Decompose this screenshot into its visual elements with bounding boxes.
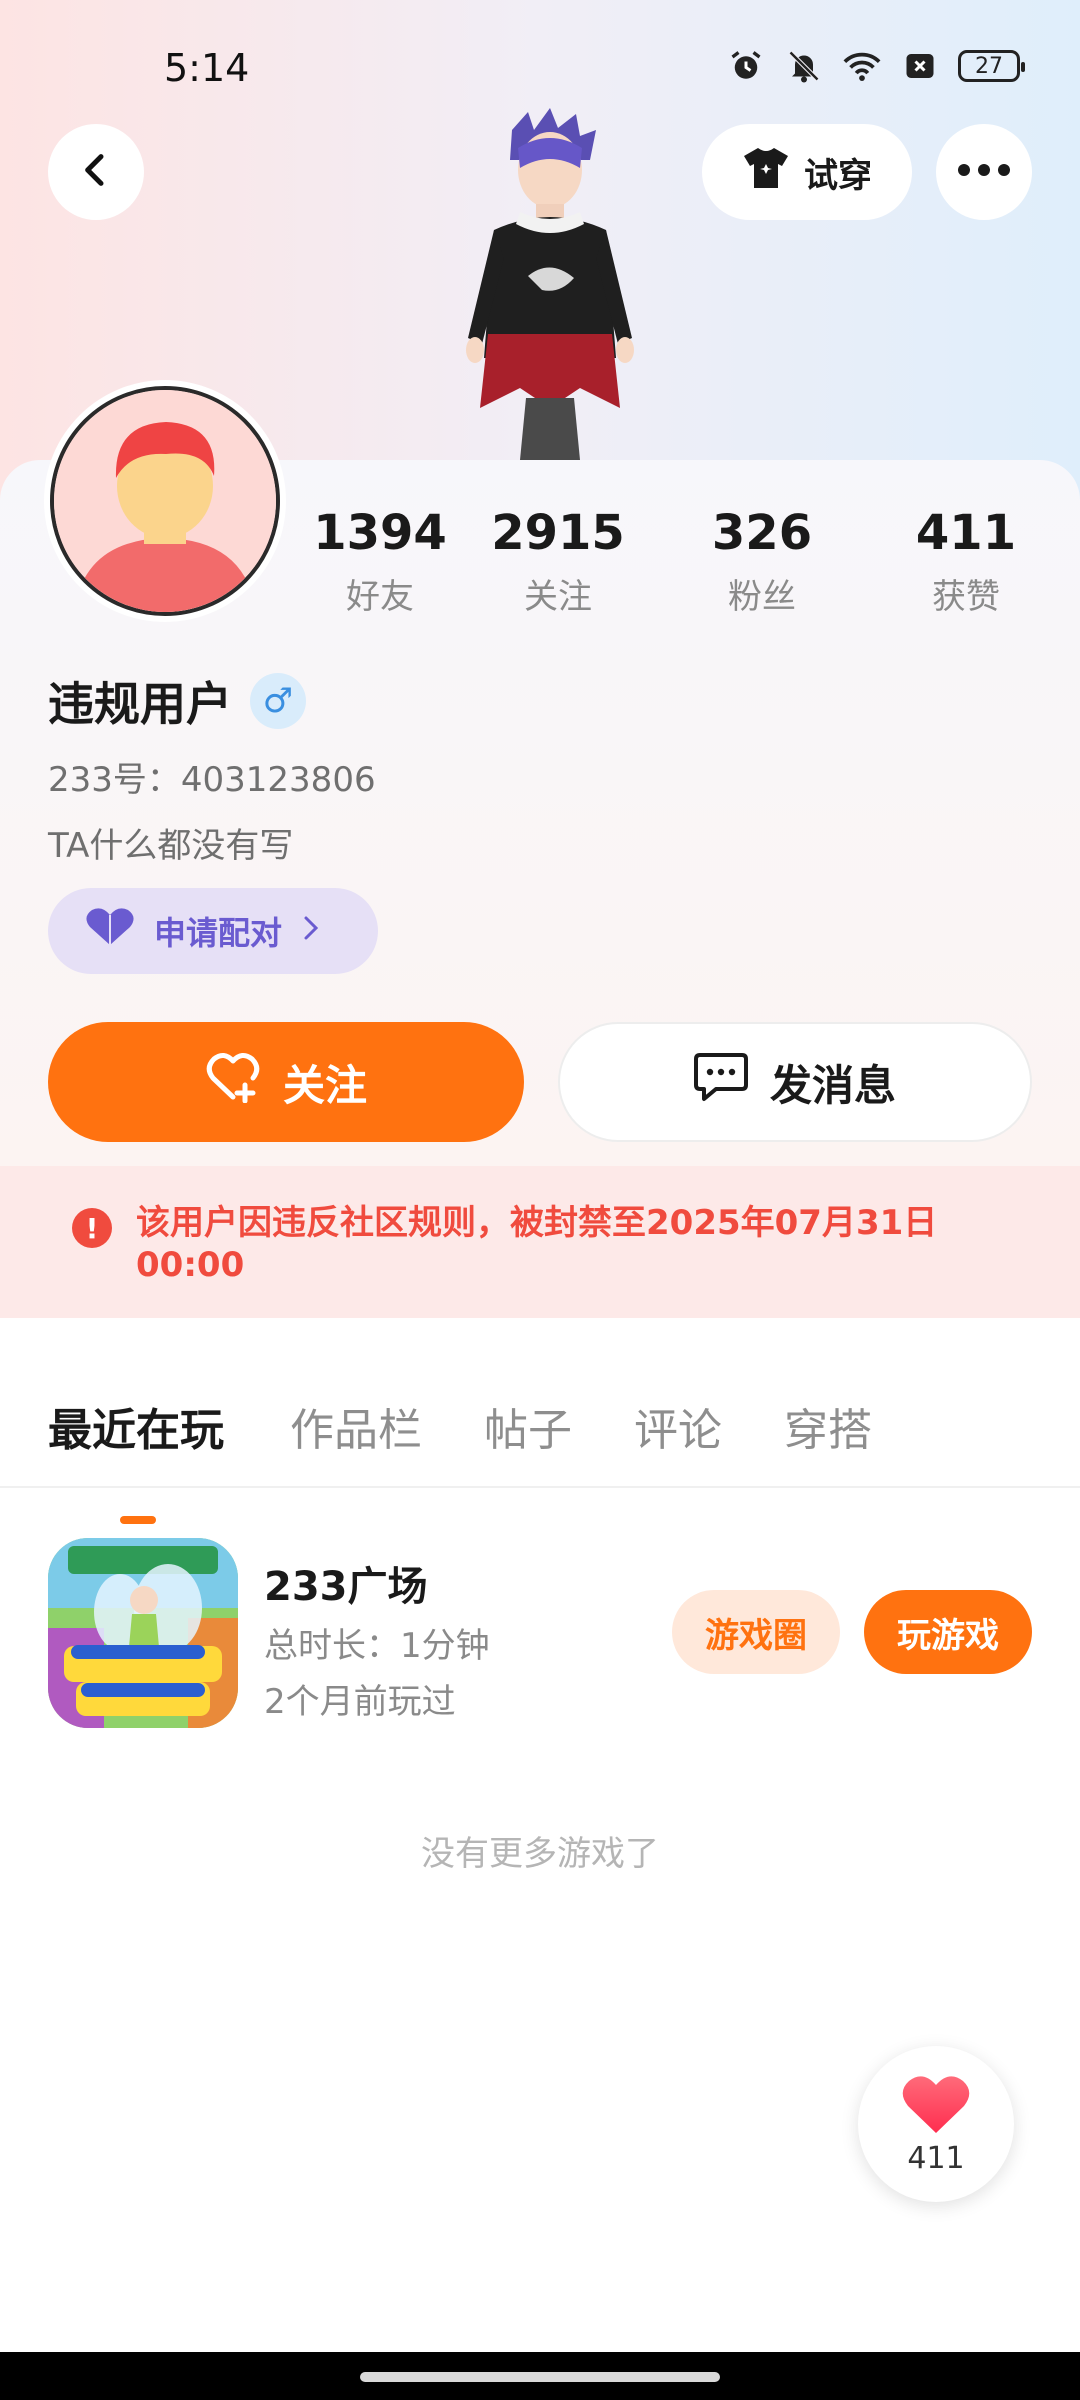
chat-bubble-icon bbox=[693, 1051, 748, 1113]
wifi-icon bbox=[842, 46, 882, 86]
back-button[interactable] bbox=[48, 124, 144, 220]
content-panel: 最近在玩 作品栏 帖子 评论 穿搭 233广场 总时长：1分钟 2个月前玩过 游… bbox=[0, 1354, 1080, 2354]
follow-button[interactable]: 关注 bbox=[48, 1022, 524, 1142]
status-icons: 27 bbox=[726, 46, 1025, 86]
status-bar: 5:14 27 bbox=[0, 0, 1080, 120]
battery-level: 27 bbox=[975, 53, 1003, 79]
stat-value: 1394 bbox=[313, 505, 447, 561]
like-button[interactable]: 411 bbox=[858, 2046, 1014, 2202]
heart-add-icon bbox=[205, 1051, 261, 1113]
stat-label: 粉丝 bbox=[728, 577, 796, 617]
battery-icon: 27 bbox=[958, 50, 1025, 82]
like-count: 411 bbox=[907, 2140, 965, 2176]
alarm-icon bbox=[726, 46, 766, 86]
tab-posts[interactable]: 帖子 bbox=[484, 1394, 572, 1458]
tab-outfits[interactable]: 穿搭 bbox=[784, 1394, 872, 1458]
tab-recently-played[interactable]: 最近在玩 bbox=[48, 1394, 224, 1458]
stat-value: 2915 bbox=[491, 505, 625, 561]
follow-label: 关注 bbox=[282, 1060, 367, 1110]
game-last-played: 2个月前玩过 bbox=[264, 1682, 456, 1722]
stat-friends[interactable]: 1394 好友 bbox=[300, 505, 460, 618]
alert-icon: ! bbox=[72, 1208, 112, 1248]
status-time: 5:14 bbox=[164, 46, 250, 90]
stat-value: 326 bbox=[711, 505, 813, 561]
game-duration: 总时长：1分钟 bbox=[264, 1626, 490, 1666]
no-sim-icon bbox=[900, 46, 940, 86]
home-gesture-handle[interactable] bbox=[360, 2372, 720, 2382]
stat-following[interactable]: 2915 关注 bbox=[478, 505, 638, 618]
ban-notice-text: 该用户因违反社区规则，被封禁至2025年07月31日 00:00 bbox=[136, 1203, 938, 1285]
stat-label: 关注 bbox=[524, 577, 592, 617]
heart-pair-icon bbox=[84, 907, 136, 955]
system-nav-bar bbox=[0, 2352, 1080, 2400]
user-name: 违规用户 bbox=[48, 677, 232, 731]
apply-pair-label: 申请配对 bbox=[154, 914, 283, 952]
chevron-right-icon bbox=[300, 912, 322, 950]
stat-value: 411 bbox=[915, 505, 1017, 561]
back-icon bbox=[76, 150, 116, 194]
ban-notice: ! 该用户因违反社区规则，被封禁至2025年07月31日 00:00 bbox=[0, 1166, 1080, 1318]
shirt-icon bbox=[742, 146, 790, 199]
game-icon[interactable] bbox=[48, 1538, 238, 1728]
stat-label: 获赞 bbox=[932, 577, 1000, 617]
more-icon bbox=[956, 162, 1012, 182]
user-bio: TA什么都没有写 bbox=[48, 826, 294, 866]
tab-works[interactable]: 作品栏 bbox=[290, 1394, 422, 1458]
more-options-button[interactable] bbox=[936, 124, 1032, 220]
avatar[interactable] bbox=[50, 386, 280, 616]
stat-likes[interactable]: 411 获赞 bbox=[886, 505, 1046, 618]
stat-label: 好友 bbox=[346, 577, 414, 617]
heart-icon bbox=[901, 2073, 971, 2139]
game-circle-button[interactable]: 游戏圈 bbox=[672, 1590, 840, 1674]
try-on-button[interactable]: 试穿 bbox=[702, 124, 912, 220]
profile-tabs: 最近在玩 作品栏 帖子 评论 穿搭 bbox=[0, 1394, 1080, 1524]
name-row: 违规用户 ♂ bbox=[48, 668, 306, 734]
mute-icon bbox=[784, 46, 824, 86]
tab-comments[interactable]: 评论 bbox=[634, 1394, 722, 1458]
list-end-text: 没有更多游戏了 bbox=[421, 1834, 659, 1874]
user-id[interactable]: 233号：403123806 bbox=[48, 752, 376, 801]
apply-pair-button[interactable]: 申请配对 bbox=[48, 888, 378, 974]
play-game-button[interactable]: 玩游戏 bbox=[864, 1590, 1032, 1674]
game-list-item[interactable]: 233广场 总时长：1分钟 2个月前玩过 游戏圈 玩游戏 bbox=[48, 1538, 1032, 1728]
avatar-3d-figure bbox=[430, 108, 670, 460]
game-title: 233广场 bbox=[264, 1564, 428, 1610]
tab-indicator bbox=[120, 1516, 156, 1524]
send-message-button[interactable]: 发消息 bbox=[558, 1022, 1032, 1142]
male-icon: ♂ bbox=[250, 673, 306, 729]
try-on-label: 试穿 bbox=[804, 155, 872, 196]
send-message-label: 发消息 bbox=[769, 1060, 896, 1110]
stat-fans[interactable]: 326 粉丝 bbox=[682, 505, 842, 618]
